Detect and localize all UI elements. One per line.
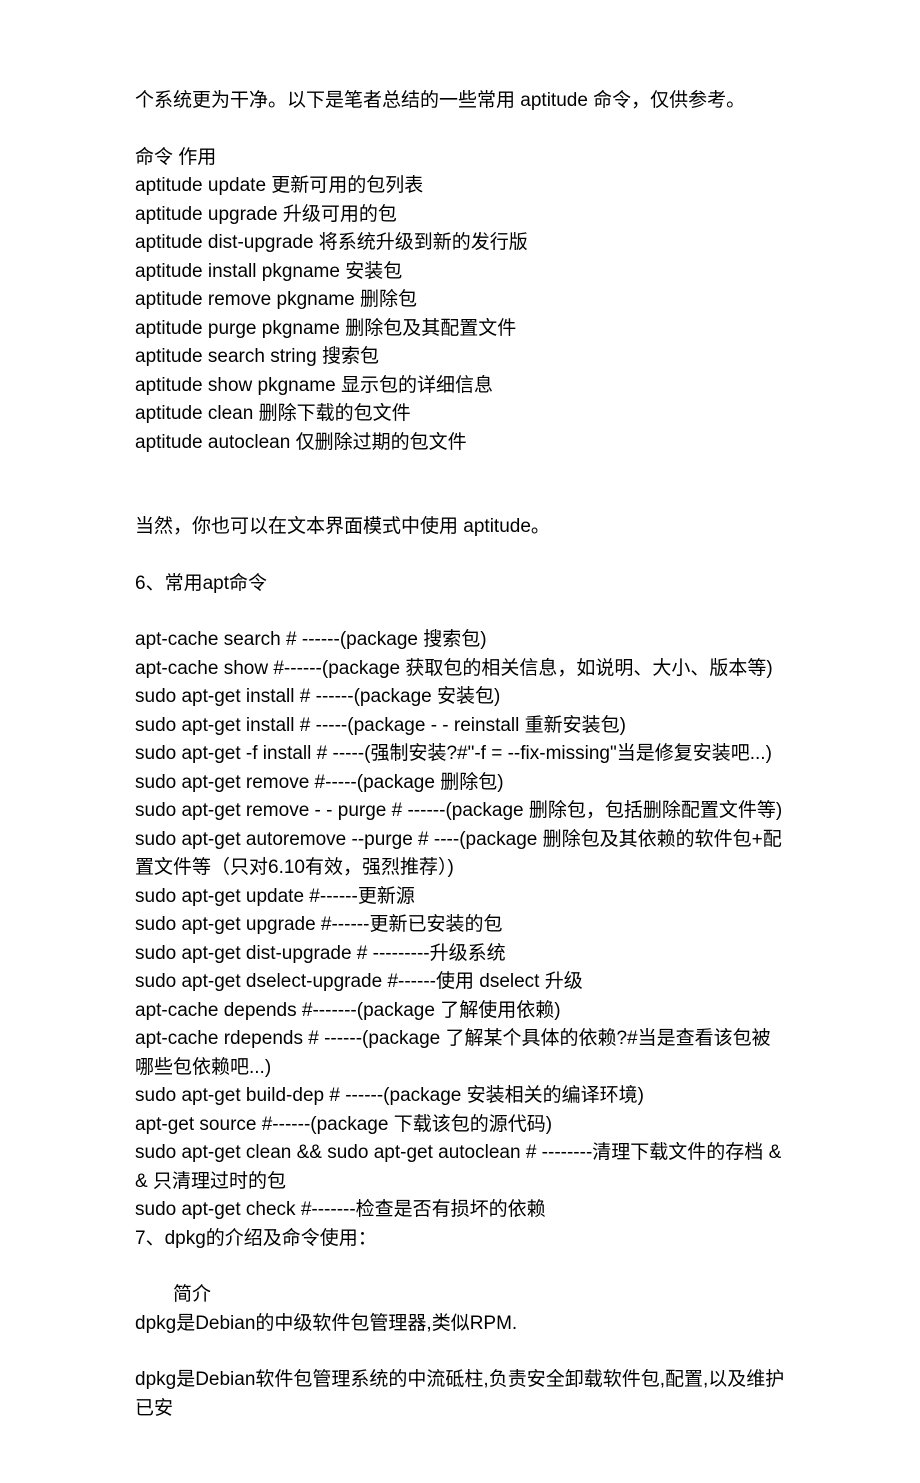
aptitude-cmd: aptitude purge pkgname 删除包及其配置文件 bbox=[135, 315, 785, 344]
section6-title: 6、常用apt命令 bbox=[135, 570, 785, 599]
apt-cmd: sudo apt-get clean && sudo apt-get autoc… bbox=[135, 1139, 785, 1196]
aptitude-cmd: aptitude remove pkgname 删除包 bbox=[135, 286, 785, 315]
aptitude-cmd: aptitude update 更新可用的包列表 bbox=[135, 172, 785, 201]
aptitude-cmd: aptitude upgrade 升级可用的包 bbox=[135, 201, 785, 230]
apt-cmd: sudo apt-get check #-------检查是否有损坏的依赖 bbox=[135, 1196, 785, 1225]
aptitude-cmd: aptitude install pkgname 安装包 bbox=[135, 258, 785, 287]
aptitude-cmd: aptitude show pkgname 显示包的详细信息 bbox=[135, 372, 785, 401]
apt-cmd: sudo apt-get build-dep # ------(package … bbox=[135, 1082, 785, 1111]
apt-cmd: apt-get source #------(package 下载该包的源代码) bbox=[135, 1111, 785, 1140]
spacer bbox=[135, 542, 785, 570]
document-page: 个系统更为干净。以下是笔者总结的一些常用 aptitude 命令，仅供参考。 命… bbox=[0, 0, 920, 1483]
aptitude-cmd: aptitude dist-upgrade 将系统升级到新的发行版 bbox=[135, 229, 785, 258]
apt-cmd: sudo apt-get install # ------(package 安装… bbox=[135, 683, 785, 712]
spacer bbox=[135, 485, 785, 513]
dpkg-line: dpkg是Debian软件包管理系统的中流砥柱,负责安全卸载软件包,配置,以及维… bbox=[135, 1366, 785, 1423]
apt-cmd: apt-cache depends #-------(package 了解使用依… bbox=[135, 997, 785, 1026]
apt-cmd: apt-cache rdepends # ------(package 了解某个… bbox=[135, 1025, 785, 1082]
apt-cmd: apt-cache show #------(package 获取包的相关信息，… bbox=[135, 655, 785, 684]
apt-cmd: sudo apt-get dselect-upgrade #------使用 d… bbox=[135, 968, 785, 997]
dpkg-intro-label: 简介 bbox=[135, 1281, 785, 1310]
spacer bbox=[135, 1253, 785, 1281]
aptitude-cmd: aptitude clean 删除下载的包文件 bbox=[135, 400, 785, 429]
aptitude-note: 当然，你也可以在文本界面模式中使用 aptitude。 bbox=[135, 513, 785, 542]
section7-title: 7、dpkg的介绍及命令使用： bbox=[135, 1225, 785, 1254]
dpkg-line: dpkg是Debian的中级软件包管理器,类似RPM. bbox=[135, 1310, 785, 1339]
spacer bbox=[135, 116, 785, 144]
command-header: 命令 作用 bbox=[135, 144, 785, 173]
spacer bbox=[135, 1338, 785, 1366]
apt-cmd: apt-cache search # ------(package 搜索包) bbox=[135, 626, 785, 655]
intro-text: 个系统更为干净。以下是笔者总结的一些常用 aptitude 命令，仅供参考。 bbox=[135, 87, 785, 116]
apt-cmd: sudo apt-get dist-upgrade # ---------升级系… bbox=[135, 940, 785, 969]
apt-cmd: sudo apt-get update #------更新源 bbox=[135, 883, 785, 912]
aptitude-cmd: aptitude autoclean 仅删除过期的包文件 bbox=[135, 429, 785, 458]
apt-cmd: sudo apt-get remove #-----(package 删除包) bbox=[135, 769, 785, 798]
apt-cmd: sudo apt-get -f install # -----(强制安装?#"-… bbox=[135, 740, 785, 769]
aptitude-cmd: aptitude search string 搜索包 bbox=[135, 343, 785, 372]
spacer bbox=[135, 598, 785, 626]
apt-cmd: sudo apt-get autoremove --purge # ----(p… bbox=[135, 826, 785, 883]
apt-cmd: sudo apt-get install # -----(package - -… bbox=[135, 712, 785, 741]
apt-cmd: sudo apt-get remove - - purge # ------(p… bbox=[135, 797, 785, 826]
apt-cmd: sudo apt-get upgrade #------更新已安装的包 bbox=[135, 911, 785, 940]
spacer bbox=[135, 457, 785, 485]
